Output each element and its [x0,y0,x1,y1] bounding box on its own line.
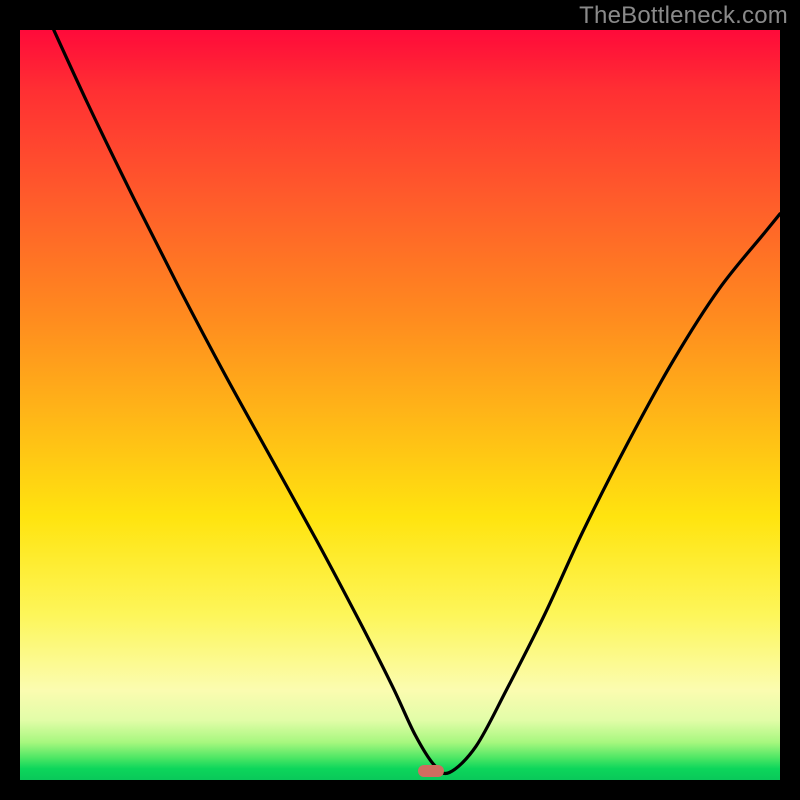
chart-frame: TheBottleneck.com [0,0,800,800]
curve-path [50,30,780,774]
watermark-label: TheBottleneck.com [579,2,788,30]
bottleneck-curve [20,30,780,780]
plot-area [20,30,780,780]
optimal-marker [418,765,444,777]
